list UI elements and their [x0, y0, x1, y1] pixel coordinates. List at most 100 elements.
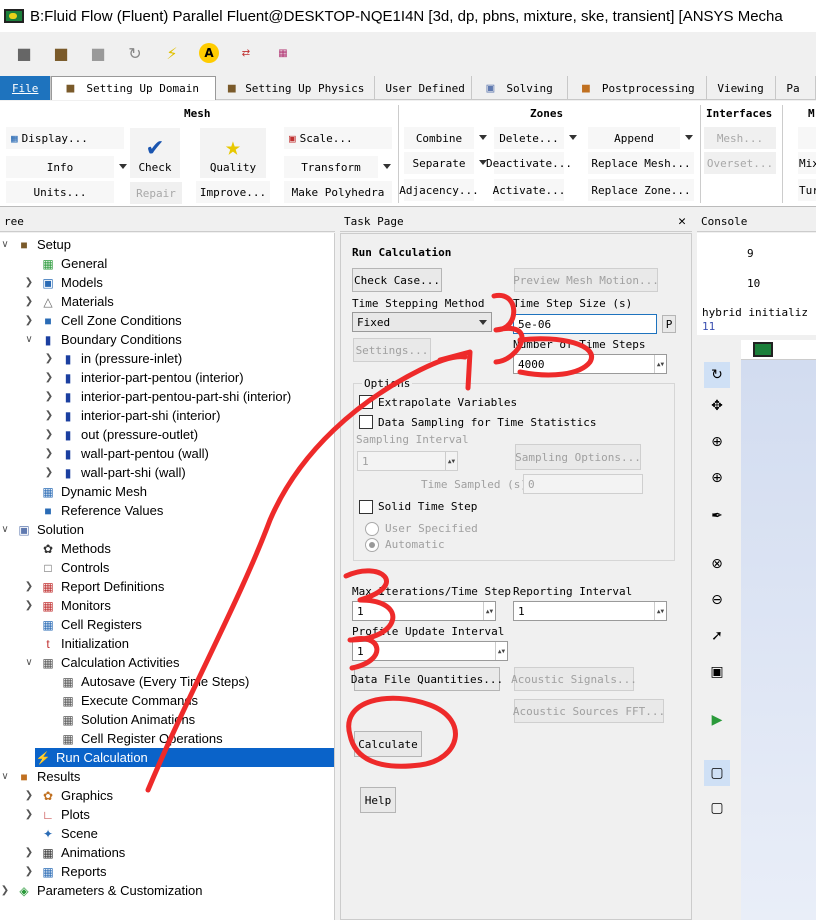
tree-item[interactable]: ▦ Autosave (Every Time Steps) [0, 672, 334, 691]
chevron-right-icon[interactable]: ❯ [24, 581, 34, 592]
spinner-icon[interactable]: ▲▼ [654, 355, 666, 373]
delete-button[interactable]: Delete... [494, 127, 577, 149]
extrapolate-variables-checkbox[interactable] [359, 395, 373, 409]
settings-button[interactable]: Settings... [353, 338, 431, 362]
cut-button-1[interactable] [798, 127, 816, 149]
make-polyhedra-button[interactable]: Make Polyhedra [284, 181, 392, 203]
automatic-radio[interactable] [365, 538, 379, 552]
tree-item[interactable]: ∨ ■ Setup [0, 235, 334, 254]
pan-icon[interactable]: ✥ [707, 396, 727, 416]
chevron-right-icon[interactable]: ❯ [24, 277, 34, 288]
help-button[interactable]: Help [360, 787, 396, 813]
adjacency-button[interactable]: Adjacency... [399, 179, 479, 201]
tree-item[interactable]: ▦ Cell Registers [0, 615, 334, 634]
time-stepping-method-select[interactable]: Fixed [352, 312, 492, 332]
tree-item[interactable]: ✦ Scene [0, 824, 334, 843]
tree-item[interactable]: ∨ ▣ Solution [0, 520, 334, 539]
units-button[interactable]: Units... [6, 181, 114, 203]
append-button[interactable]: Append [588, 127, 693, 149]
tree-item[interactable]: ❯ ▮ interior-part-shi (interior) [0, 406, 334, 425]
chevron-right-icon[interactable]: ❯ [44, 391, 54, 402]
chevron-right-icon[interactable]: ❯ [24, 315, 34, 326]
ansys-icon[interactable]: A [199, 43, 219, 63]
combine-button[interactable]: Combine [404, 127, 487, 149]
tree-item[interactable]: ❯ ✿ Graphics [0, 786, 334, 805]
tree-item[interactable]: ❯ ▮ wall-part-shi (wall) [0, 463, 334, 482]
tree-item[interactable]: □ Controls [0, 558, 334, 577]
tab-user-defined[interactable]: User Defined [375, 76, 473, 100]
tree-item[interactable]: ▦ General [0, 254, 334, 273]
chevron-down-icon[interactable]: ∨ [24, 657, 34, 668]
max-iterations-input[interactable]: 1 ▲▼ [352, 601, 496, 621]
improve-button[interactable]: Improve... [196, 181, 270, 203]
check-case-button[interactable]: Check Case... [352, 268, 442, 292]
fit-icon[interactable]: ⊗ [707, 554, 727, 574]
zoom-box-icon[interactable]: ⊕ [707, 468, 727, 488]
calculate-button[interactable]: Calculate [354, 731, 422, 757]
spinner-icon[interactable]: ▲▼ [483, 602, 495, 620]
chevron-right-icon[interactable]: ❯ [44, 410, 54, 421]
preview-mesh-motion-button[interactable]: Preview Mesh Motion... [513, 268, 659, 292]
tree-item[interactable]: ❯ ▮ out (pressure-outlet) [0, 425, 334, 444]
chevron-right-icon[interactable]: ❯ [24, 866, 34, 877]
probe-icon[interactable]: ✒ [707, 506, 727, 526]
tree-item[interactable]: ❯ ▦ Report Definitions [0, 577, 334, 596]
chevron-right-icon[interactable]: ❯ [24, 600, 34, 611]
tree-item[interactable]: ∨ ▦ Calculation Activities [0, 653, 334, 672]
zoom-out-icon[interactable]: ⊖ [707, 590, 727, 610]
isometric-icon[interactable]: ▢ [707, 798, 727, 818]
camera-icon[interactable]: ▣ [707, 662, 727, 682]
data-file-quantities-button[interactable]: Data File Quantities... [351, 667, 503, 691]
tab-parallel[interactable]: Pa [776, 76, 816, 100]
tab-viewing[interactable]: Viewing [707, 76, 777, 100]
graphics-window[interactable] [741, 360, 816, 920]
tree-item[interactable]: ❯ ∟ Plots [0, 805, 334, 824]
tree-item[interactable]: ❯ ▮ wall-part-pentou (wall) [0, 444, 334, 463]
sampling-options-button[interactable]: Sampling Options... [515, 444, 641, 470]
tab-solving[interactable]: ▣ Solving [472, 76, 568, 100]
axes-icon[interactable]: ➚ [707, 626, 727, 646]
overset-button[interactable]: Overset... [704, 152, 776, 174]
view-select-icon[interactable]: ▶ [707, 710, 727, 730]
parameter-button[interactable]: P [662, 315, 676, 333]
chevron-down-icon[interactable]: ∨ [24, 334, 34, 345]
tree-item[interactable]: ❯ ▦ Reports [0, 862, 334, 881]
tree-item[interactable]: ▦ Cell Register Operations [0, 729, 334, 748]
read-file-icon[interactable]: ■ [14, 43, 34, 63]
repair-button[interactable]: Repair [130, 182, 182, 204]
parameters-icon[interactable]: ⇄ [236, 43, 256, 63]
cut-button-3[interactable]: Tur [798, 179, 816, 201]
tree-item[interactable]: ❯ ■ Cell Zone Conditions [0, 311, 334, 330]
spinner-icon[interactable]: ▲▼ [495, 642, 507, 660]
tree-item[interactable]: ❯ ▦ Animations [0, 843, 334, 862]
number-of-time-steps-input[interactable]: 4000 ▲▼ [513, 354, 667, 374]
mo-icon[interactable]: ▦ [273, 43, 293, 63]
tree-item[interactable]: ❯ ◈ Parameters & Customization [0, 881, 334, 900]
tab-file[interactable]: File [0, 76, 52, 100]
tab-postprocessing[interactable]: ■ Postprocessing [568, 76, 708, 100]
quality-button[interactable]: ★ Quality [200, 128, 266, 178]
tree-item[interactable]: ❯ ▦ Monitors [0, 596, 334, 615]
data-sampling-checkbox[interactable] [359, 415, 373, 429]
scale-button[interactable]: ▣ Scale... [284, 127, 392, 149]
replace-mesh-button[interactable]: Replace Mesh... [588, 152, 694, 174]
chevron-down-icon[interactable]: ∨ [0, 239, 10, 250]
chevron-right-icon[interactable]: ❯ [24, 809, 34, 820]
tree-item[interactable]: ❯ ▮ in (pressure-inlet) [0, 349, 334, 368]
chevron-right-icon[interactable]: ❯ [44, 448, 54, 459]
tree-item[interactable]: ▦ Solution Animations [0, 710, 334, 729]
chevron-right-icon[interactable]: ❯ [44, 467, 54, 478]
tree-item[interactable]: ❯ ▮ interior-part-pentou-part-shi (interio… [0, 387, 334, 406]
tree-item[interactable]: ▦ Dynamic Mesh [0, 482, 334, 501]
console[interactable]: 9 10 hybrid initializ 11 [697, 233, 816, 335]
graphics-tab-icon[interactable] [753, 342, 773, 357]
lightning-icon[interactable]: ⚡ [162, 43, 182, 63]
tree-item[interactable]: ∨ ■ Results [0, 767, 334, 786]
acoustic-signals-button[interactable]: Acoustic Signals... [511, 667, 637, 691]
tree-item[interactable]: ⚡ Run Calculation [35, 748, 334, 767]
write-file-icon[interactable]: ■ [51, 43, 71, 63]
chevron-down-icon[interactable]: ∨ [0, 771, 10, 782]
user-specified-radio[interactable] [365, 522, 379, 536]
replace-zone-button[interactable]: Replace Zone... [588, 179, 694, 201]
chevron-right-icon[interactable]: ❯ [24, 296, 34, 307]
